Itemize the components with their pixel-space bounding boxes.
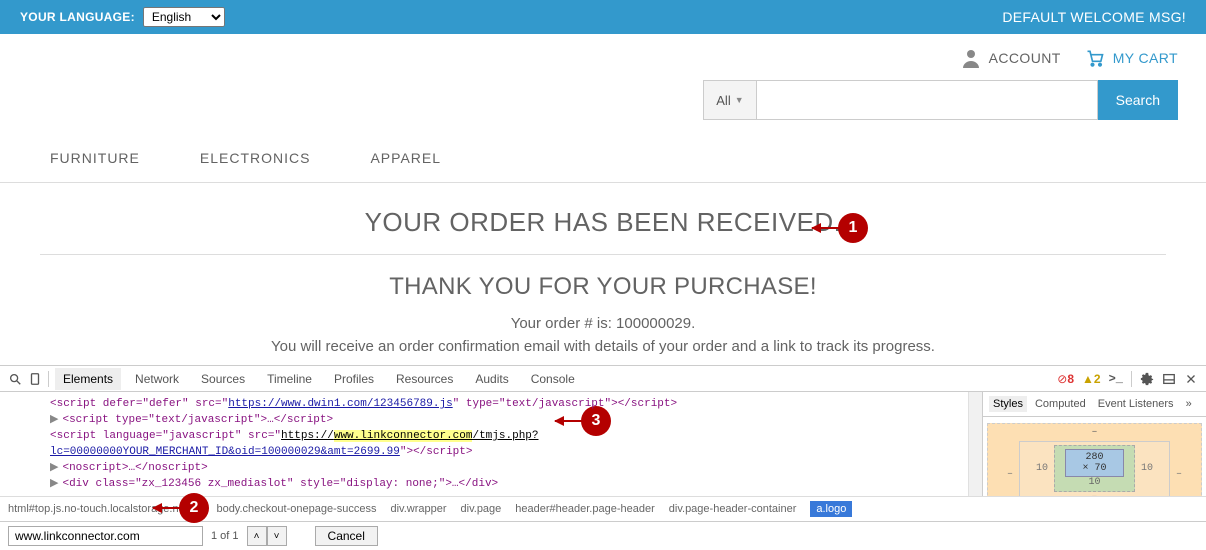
find-bar: 1 of 1 ˄ ˅ Cancel (0, 521, 1206, 550)
sidebar-tab-computed[interactable]: Computed (1031, 396, 1090, 412)
tab-sources[interactable]: Sources (193, 368, 253, 390)
search-input[interactable] (757, 81, 1097, 119)
order-received-heading: YOUR ORDER HAS BEEN RECEIVED. (40, 207, 1166, 255)
top-bar: YOUR LANGUAGE: English DEFAULT WELCOME M… (0, 0, 1206, 34)
tab-profiles[interactable]: Profiles (326, 368, 382, 390)
cart-link[interactable]: MY CART (1085, 48, 1178, 68)
devtools-body: <script defer="defer" src="https://www.d… (0, 392, 1206, 496)
search-row: All ▼ Search (0, 74, 1206, 134)
annotation-1: 1 (838, 213, 868, 243)
welcome-msg: DEFAULT WELCOME MSG! (1002, 9, 1186, 25)
user-icon (961, 48, 981, 68)
order-info: You will receive an order confirmation e… (40, 338, 1166, 355)
find-input[interactable] (8, 526, 203, 546)
bc-item[interactable]: div.page-header-container (669, 503, 797, 515)
tab-audits[interactable]: Audits (467, 368, 516, 390)
cart-label: MY CART (1113, 50, 1178, 66)
nav-furniture[interactable]: FURNITURE (50, 150, 140, 166)
find-cancel-button[interactable]: Cancel (315, 526, 378, 546)
find-prev-button[interactable]: ˄ (247, 526, 267, 546)
console-drawer-icon[interactable]: >_ (1109, 372, 1123, 386)
close-icon[interactable] (1184, 372, 1198, 386)
account-link[interactable]: ACCOUNT (961, 48, 1061, 68)
warning-indicator[interactable]: ▲2 (1082, 372, 1101, 386)
tab-console[interactable]: Console (523, 368, 583, 390)
dock-icon[interactable] (1162, 372, 1176, 386)
tab-timeline[interactable]: Timeline (259, 368, 320, 390)
styles-sidebar: Styles Computed Event Listeners » – – 10 (982, 392, 1206, 496)
devtools-toolbar: Elements Network Sources Timeline Profil… (0, 366, 1206, 392)
language-label: YOUR LANGUAGE: (20, 10, 135, 24)
language-select[interactable]: English (143, 7, 225, 27)
sidebar-more-icon[interactable]: » (1182, 396, 1196, 412)
elements-panel[interactable]: <script defer="defer" src="https://www.d… (0, 392, 982, 496)
annotation-arrow-1 (812, 227, 840, 229)
box-model: – – 10 280 × 70 10 10 (983, 417, 1206, 496)
thank-you-heading: THANK YOU FOR YOUR PURCHASE! (40, 273, 1166, 301)
bc-item[interactable]: div.page (461, 503, 502, 515)
search-category-label: All (716, 93, 730, 108)
account-label: ACCOUNT (989, 50, 1061, 66)
bc-item-selected[interactable]: a.logo (810, 501, 852, 517)
device-icon[interactable] (28, 372, 42, 386)
find-results: 1 of 1 (211, 530, 239, 542)
order-number: Your order # is: 100000029. (40, 315, 1166, 332)
header: ACCOUNT MY CART (0, 34, 1206, 74)
scrollbar[interactable] (968, 392, 982, 496)
tab-network[interactable]: Network (127, 368, 187, 390)
tab-elements[interactable]: Elements (55, 368, 121, 390)
nav-electronics[interactable]: ELECTRONICS (200, 150, 311, 166)
bc-item[interactable]: body.checkout-onepage-success (216, 503, 376, 515)
bc-item[interactable]: div.wrapper (390, 503, 446, 515)
search-button[interactable]: Search (1098, 80, 1178, 120)
gear-icon[interactable] (1140, 372, 1154, 386)
chevron-down-icon: ▼ (735, 95, 744, 105)
find-next-button[interactable]: ˅ (267, 526, 287, 546)
cart-icon (1085, 48, 1105, 68)
main-nav: FURNITURE ELECTRONICS APPAREL (0, 134, 1206, 183)
devtools: Elements Network Sources Timeline Profil… (0, 365, 1206, 550)
error-indicator[interactable]: ⊘8 (1057, 372, 1074, 386)
main-content: YOUR ORDER HAS BEEN RECEIVED. THANK YOU … (0, 183, 1206, 365)
tab-resources[interactable]: Resources (388, 368, 461, 390)
bc-item[interactable]: html#top.js.no-touch.localstorage.no-ios (8, 503, 202, 515)
annotation-arrow-2 (153, 507, 181, 509)
search-category[interactable]: All ▼ (704, 81, 756, 119)
nav-apparel[interactable]: APPAREL (370, 150, 441, 166)
search-icon[interactable] (8, 372, 22, 386)
box-model-content: 280 × 70 (1065, 449, 1124, 477)
bc-item[interactable]: header#header.page-header (515, 503, 654, 515)
sidebar-tab-events[interactable]: Event Listeners (1094, 396, 1178, 412)
search-wrap: All ▼ (703, 80, 1097, 120)
sidebar-tab-styles[interactable]: Styles (989, 396, 1027, 412)
